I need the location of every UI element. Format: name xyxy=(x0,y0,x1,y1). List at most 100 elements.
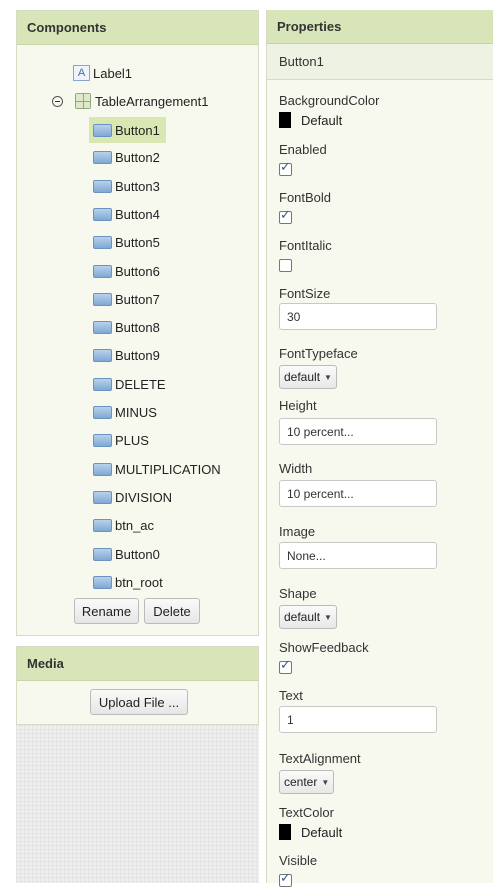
height-input[interactable]: 10 percent... xyxy=(279,418,437,445)
image-input[interactable]: None... xyxy=(279,542,437,569)
tree-item-tablearrangement1[interactable]: TableArrangement1 xyxy=(75,89,208,113)
button-icon xyxy=(93,292,112,306)
shape-label: Shape xyxy=(279,586,317,601)
button-icon xyxy=(93,433,112,447)
image-label: Image xyxy=(279,524,316,539)
text-color-value: Default xyxy=(301,824,343,840)
button-icon xyxy=(93,320,112,334)
button-icon xyxy=(93,207,112,221)
width-label: Width xyxy=(279,461,313,476)
button-icon xyxy=(93,547,112,561)
width-input[interactable]: 10 percent... xyxy=(279,480,437,507)
rename-button[interactable]: Rename xyxy=(74,598,139,624)
tree-item-button8[interactable]: Button8 xyxy=(93,315,160,339)
color-swatch xyxy=(279,112,291,128)
text-alignment-value: center xyxy=(284,775,318,789)
collapse-icon[interactable] xyxy=(52,96,63,107)
visible-label: Visible xyxy=(279,853,318,868)
button-icon xyxy=(93,150,112,164)
show-feedback-label: ShowFeedback xyxy=(279,640,369,655)
background-color-picker[interactable]: Default xyxy=(279,112,342,128)
text-label: Text xyxy=(279,688,303,703)
text-alignment-label: TextAlignment xyxy=(279,751,361,766)
font-italic-label: FontItalic xyxy=(279,238,332,253)
caret-down-icon: ▼ xyxy=(324,612,332,622)
tree-item-label: Button7 xyxy=(115,291,160,307)
tree-item-button0[interactable]: Button0 xyxy=(93,542,160,566)
upload-file-button[interactable]: Upload File ... xyxy=(90,689,188,715)
tree-item-label: Button1 xyxy=(115,122,160,138)
button-icon xyxy=(93,462,112,476)
font-size-label: FontSize xyxy=(279,286,331,301)
properties-panel: Properties Button1 BackgroundColor Defau… xyxy=(266,10,493,887)
font-italic-checkbox[interactable] xyxy=(279,259,292,272)
tree-item-button6[interactable]: Button6 xyxy=(93,259,160,283)
button-icon xyxy=(93,405,112,419)
empty-area xyxy=(16,725,259,883)
components-panel: Components A Label1 TableArrangement1 Bu… xyxy=(16,10,259,636)
tree-item-btn_ac[interactable]: btn_ac xyxy=(93,513,154,537)
enabled-label: Enabled xyxy=(279,142,327,157)
tree-item-button4[interactable]: Button4 xyxy=(93,202,160,226)
enabled-checkbox[interactable] xyxy=(279,160,292,176)
components-header: Components xyxy=(17,11,258,45)
tree-item-minus[interactable]: MINUS xyxy=(93,400,157,424)
tree-item-multiplication[interactable]: MULTIPLICATION xyxy=(93,457,221,481)
tree-item-label: DELETE xyxy=(115,376,166,392)
show-feedback-checkbox[interactable] xyxy=(279,658,292,674)
tree-item-label: btn_root xyxy=(115,574,163,590)
tree-item-button9[interactable]: Button9 xyxy=(93,343,160,367)
visible-checkbox[interactable] xyxy=(279,871,292,887)
tree-item-button7[interactable]: Button7 xyxy=(93,287,160,311)
text-color-label: TextColor xyxy=(279,805,334,820)
tree-item-label1[interactable]: A Label1 xyxy=(73,61,132,85)
font-typeface-value: default xyxy=(284,370,321,384)
font-typeface-label: FontTypeface xyxy=(279,346,358,361)
media-panel: Media Upload File ... xyxy=(16,646,259,725)
tree-item-btn_root[interactable]: btn_root xyxy=(93,570,163,594)
tree-item-label: MINUS xyxy=(115,404,157,420)
tree-item-plus[interactable]: PLUS xyxy=(93,428,149,452)
font-bold-label: FontBold xyxy=(279,190,332,205)
tree-item-label: Button6 xyxy=(115,263,160,279)
button-icon xyxy=(93,179,112,193)
tree-item-label: Button8 xyxy=(115,319,160,335)
tree-item-button5[interactable]: Button5 xyxy=(93,230,160,254)
tree-item-division[interactable]: DIVISION xyxy=(93,485,172,509)
tree-item-button1[interactable]: Button1 xyxy=(89,117,166,143)
font-size-input[interactable]: 30 xyxy=(279,303,437,330)
text-color-picker[interactable]: Default xyxy=(279,824,342,840)
tree-item-label: btn_ac xyxy=(115,517,155,533)
font-typeface-select[interactable]: default ▼ xyxy=(279,365,337,389)
table-arrangement-icon xyxy=(75,93,91,109)
tree-item-label: Button4 xyxy=(115,206,160,222)
tree-item-button2[interactable]: Button2 xyxy=(93,145,160,169)
caret-down-icon: ▼ xyxy=(321,777,330,787)
label-icon: A xyxy=(73,65,90,81)
tree-item-delete[interactable]: DELETE xyxy=(93,372,166,396)
tree-item-button3[interactable]: Button3 xyxy=(93,174,160,198)
button-icon xyxy=(93,575,112,589)
button-icon xyxy=(93,518,112,532)
font-bold-checkbox[interactable] xyxy=(279,208,292,224)
text-alignment-select[interactable]: center ▼ xyxy=(279,770,335,794)
button-icon xyxy=(93,377,112,391)
caret-down-icon: ▼ xyxy=(324,372,332,382)
text-input[interactable]: 1 xyxy=(279,706,437,733)
shape-value: default xyxy=(284,610,321,624)
tree-item-label: MULTIPLICATION xyxy=(115,461,221,477)
tree-item-label: PLUS xyxy=(115,432,149,448)
delete-button[interactable]: Delete xyxy=(144,598,200,624)
tree-item-label: DIVISION xyxy=(115,489,173,505)
tree-item-label: Button9 xyxy=(115,347,160,363)
button-icon xyxy=(93,490,112,504)
media-header: Media xyxy=(17,647,258,681)
tree-item-label: Button0 xyxy=(115,546,160,562)
tree-item-label: Button5 xyxy=(115,234,160,250)
tree-item-label: Label1 xyxy=(93,65,133,81)
selected-component-name: Button1 xyxy=(267,44,493,80)
button-icon xyxy=(93,348,112,362)
tree-item-label: Button3 xyxy=(115,178,160,194)
button-icon xyxy=(93,123,112,137)
shape-select[interactable]: default ▼ xyxy=(279,605,337,629)
